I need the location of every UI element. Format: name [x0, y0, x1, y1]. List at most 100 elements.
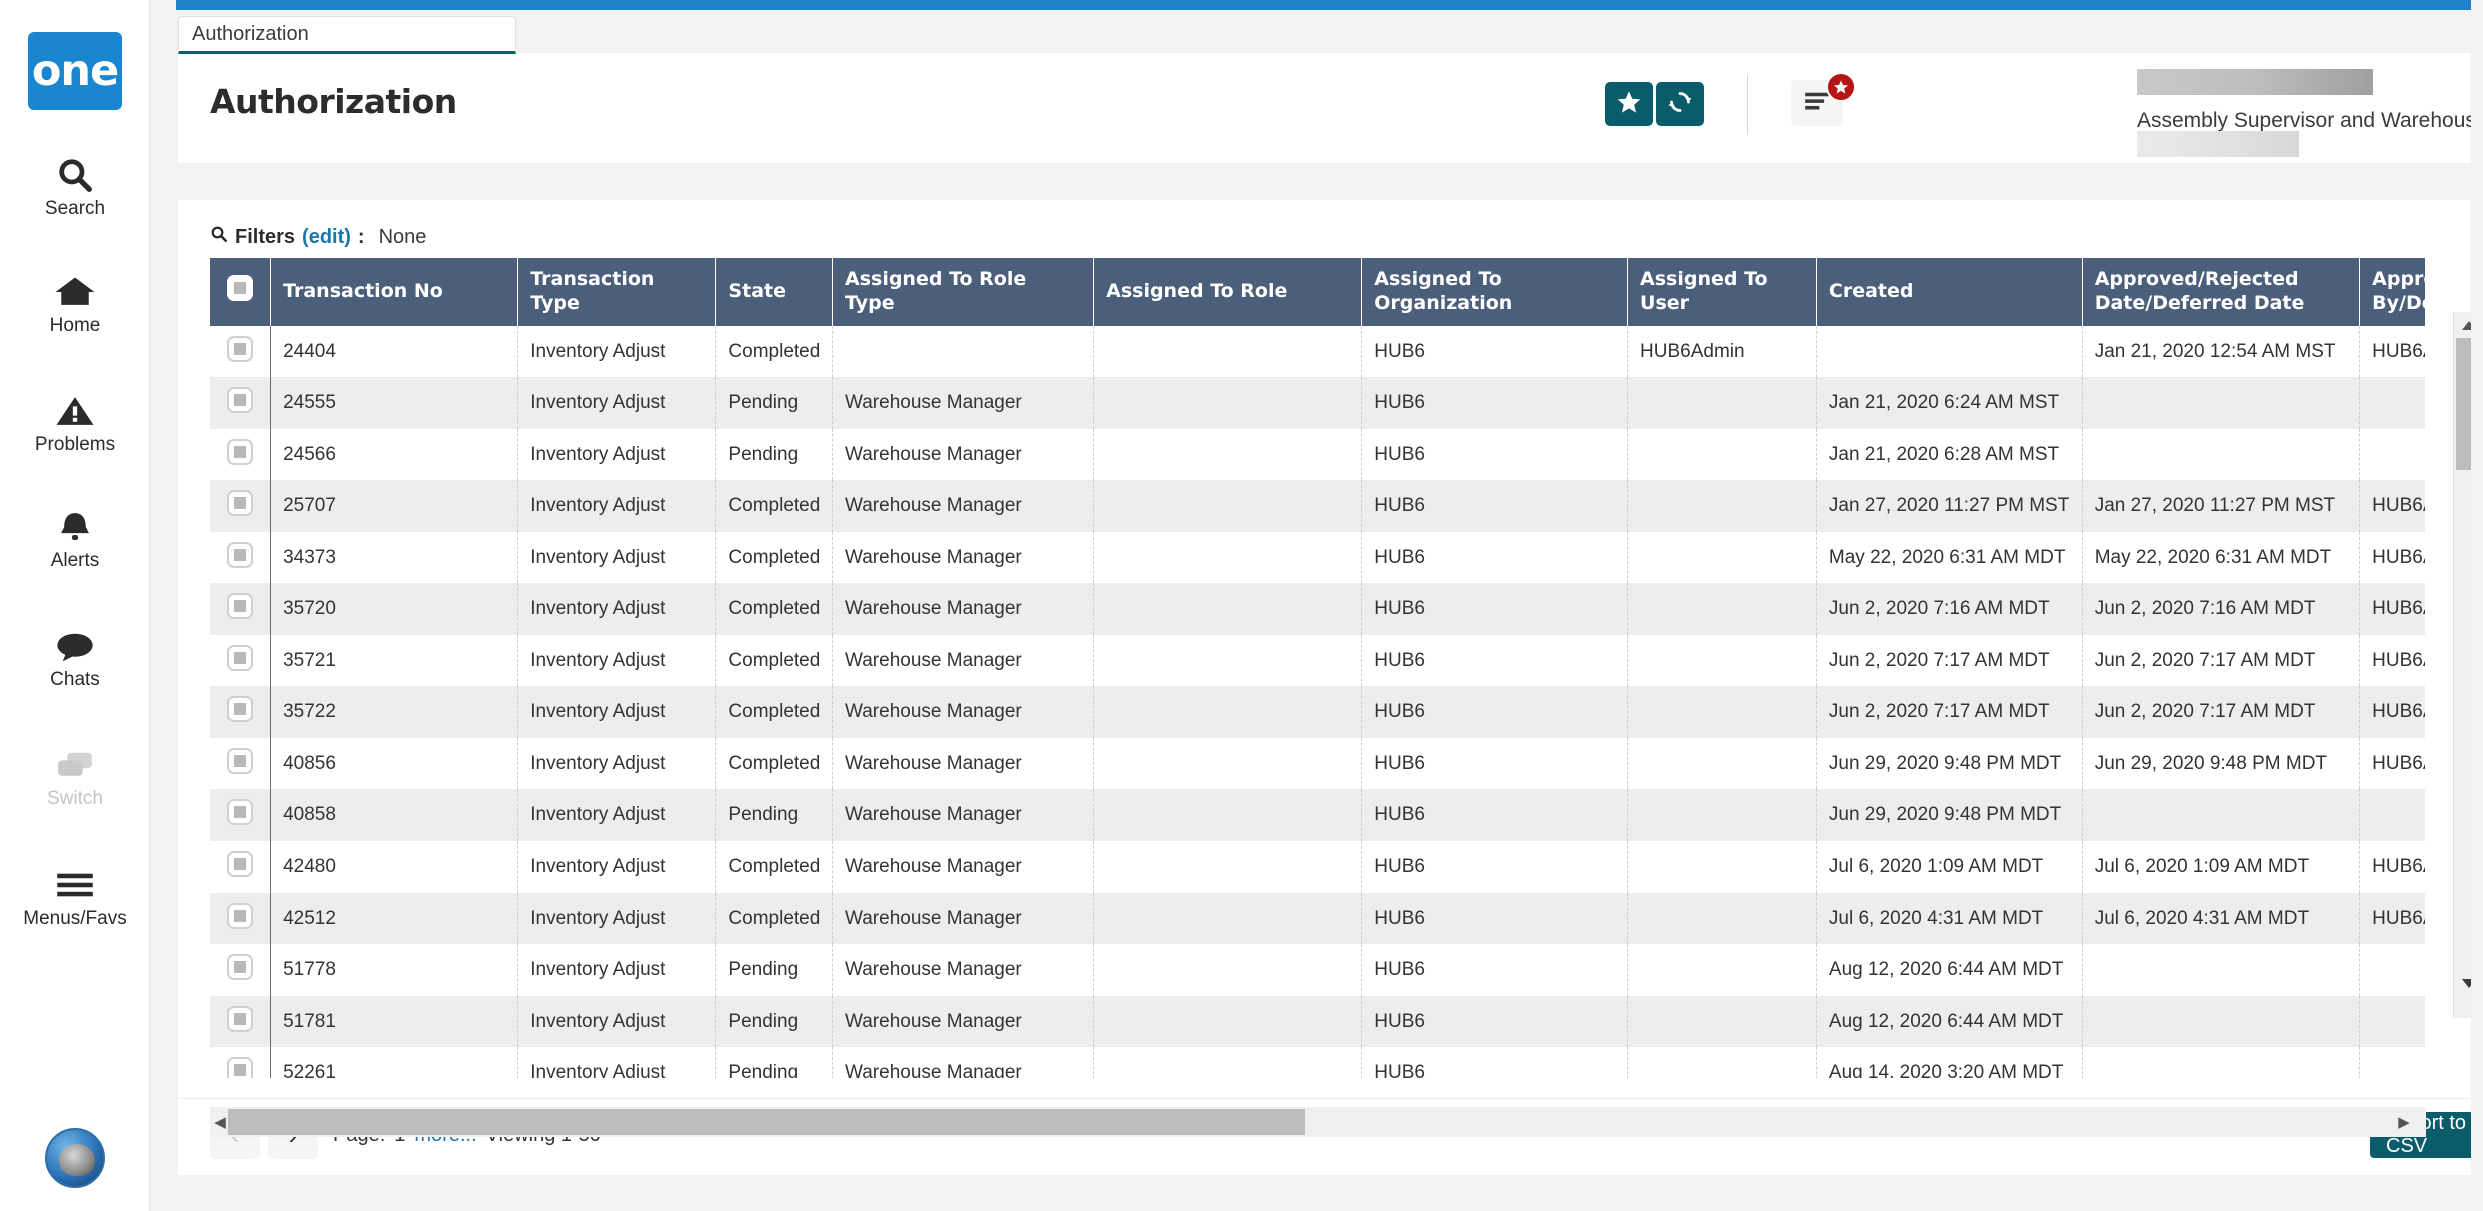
cell-transaction-no[interactable]: 42480 — [270, 840, 519, 893]
cell-assigned-to-organization[interactable]: HUB6 — [1361, 428, 1629, 481]
row-select-cell[interactable] — [210, 995, 272, 1048]
cell-transaction-no[interactable]: 34373 — [270, 531, 519, 584]
cell-transaction-no[interactable]: 42512 — [270, 892, 519, 945]
row-checkbox[interactable] — [227, 438, 254, 465]
row-select-cell[interactable] — [210, 944, 272, 996]
row-checkbox[interactable] — [227, 593, 254, 620]
row-select-cell[interactable] — [210, 325, 272, 378]
cell-transaction-no[interactable]: 35720 — [270, 583, 519, 635]
sidebar-item-menus-favs[interactable]: Menus/Favs — [0, 864, 150, 930]
cell-transaction-no[interactable]: 40856 — [270, 737, 519, 790]
cell-assigned-to-organization[interactable]: HUB6 — [1361, 944, 1629, 996]
cell-assigned-to-organization[interactable]: HUB6 — [1361, 789, 1629, 841]
row-checkbox[interactable] — [227, 799, 254, 826]
cell-assigned-to-organization[interactable]: HUB6 — [1361, 892, 1629, 945]
table-row[interactable]: 51778 Inventory Adjust Pending Warehouse Ma… — [210, 944, 2425, 996]
table-row[interactable]: 35722 Inventory Adjust Completed Warehouse … — [210, 686, 2425, 738]
cell-transaction-no[interactable]: 24404 — [270, 325, 519, 378]
cell-assigned-to-organization[interactable]: HUB6 — [1361, 1047, 1629, 1078]
sidebar-item-chats[interactable]: Chats — [0, 625, 150, 691]
row-checkbox[interactable] — [227, 644, 254, 671]
cell-approved-by[interactable]: HUB6Ad — [2359, 583, 2425, 635]
row-select-cell[interactable] — [210, 377, 272, 429]
column-header-assigned-to-organization[interactable]: Assigned To Organization — [1361, 258, 1629, 326]
table-row[interactable]: 35721 Inventory Adjust Completed Warehouse … — [210, 634, 2425, 687]
filters-edit-link[interactable]: (edit) — [302, 226, 351, 249]
role-selector[interactable]: Assembly Supervisor and Warehouse Manage… — [2137, 69, 2483, 157]
column-header-transaction-no[interactable]: Transaction No — [270, 258, 519, 326]
table-row[interactable]: 42512 Inventory Adjust Completed Warehouse … — [210, 892, 2425, 945]
row-checkbox[interactable] — [227, 1005, 254, 1032]
table-row[interactable]: 24566 Inventory Adjust Pending Warehouse Ma… — [210, 428, 2425, 481]
column-header-created[interactable]: Created — [1816, 258, 2083, 326]
cell-approved-by[interactable]: HUB6Ad — [2359, 480, 2425, 532]
cell-assigned-to-organization[interactable]: HUB6 — [1361, 531, 1629, 584]
cell-assigned-to-organization[interactable]: HUB6 — [1361, 480, 1629, 532]
favorite-button[interactable] — [1605, 82, 1653, 126]
cell-assigned-to-organization[interactable]: HUB6 — [1361, 686, 1629, 738]
row-select-cell[interactable] — [210, 789, 272, 841]
table-row[interactable]: 40856 Inventory Adjust Completed Warehouse … — [210, 737, 2425, 790]
cell-approved-by[interactable]: HUB6Ad — [2359, 686, 2425, 738]
row-checkbox[interactable] — [227, 490, 254, 517]
cell-assigned-to-organization[interactable]: HUB6 — [1361, 325, 1629, 378]
table-row[interactable]: 34373 Inventory Adjust Completed Warehouse … — [210, 531, 2425, 584]
table-horizontal-scrollbar[interactable]: ◀ ▶ — [210, 1107, 2426, 1137]
column-header-assigned-to-role-type[interactable]: Assigned To Role Type — [832, 258, 1095, 326]
table-row[interactable]: 42480 Inventory Adjust Completed Warehouse … — [210, 840, 2425, 893]
row-checkbox[interactable] — [227, 541, 254, 568]
table-row[interactable]: 24404 Inventory Adjust Completed HUB6 HUB6Ad… — [210, 325, 2425, 378]
cell-approved-by[interactable]: HUB6Ad — [2359, 531, 2425, 584]
cell-assigned-to-organization[interactable]: HUB6 — [1361, 840, 1629, 893]
column-header-approved-rejected-date[interactable]: Approved/Rejected Date/Deferred Date — [2082, 258, 2361, 326]
sidebar-item-problems[interactable]: Problems — [0, 390, 150, 456]
scroll-left-arrow-icon[interactable]: ◀ — [210, 1107, 230, 1137]
brand-logo[interactable]: one — [28, 32, 122, 110]
row-checkbox[interactable] — [227, 954, 254, 981]
cell-transaction-no[interactable]: 52261 — [270, 1047, 519, 1078]
cell-assigned-to-organization[interactable]: HUB6 — [1361, 634, 1629, 687]
column-header-approved-rejected-by[interactable]: Approved/Rejected By/Deferred — [2359, 258, 2425, 326]
cell-transaction-no[interactable]: 24566 — [270, 428, 519, 481]
select-all-checkbox[interactable] — [227, 275, 254, 302]
table-row[interactable]: 24555 Inventory Adjust Pending Warehouse Ma… — [210, 377, 2425, 429]
cell-approved-by[interactable]: HUB6Ad — [2359, 892, 2425, 945]
cell-approved-by[interactable]: HUB6Ad — [2359, 634, 2425, 687]
avatar[interactable] — [45, 1128, 105, 1188]
sidebar-item-switch[interactable]: Switch — [0, 744, 150, 810]
horizontal-scroll-thumb[interactable] — [228, 1109, 1305, 1135]
row-select-cell[interactable] — [210, 583, 272, 635]
cell-approved-by[interactable]: HUB6Ad — [2359, 325, 2425, 378]
refresh-button[interactable] — [1656, 82, 1704, 126]
column-header-assigned-to-role[interactable]: Assigned To Role — [1093, 258, 1363, 326]
cell-assigned-to-organization[interactable]: HUB6 — [1361, 377, 1629, 429]
row-select-cell[interactable] — [210, 840, 272, 893]
cell-assigned-to-organization[interactable]: HUB6 — [1361, 995, 1629, 1048]
select-all-header[interactable] — [210, 258, 272, 326]
row-select-cell[interactable] — [210, 531, 272, 584]
row-select-cell[interactable] — [210, 686, 272, 738]
tab-authorization[interactable]: Authorization — [178, 16, 516, 54]
cell-transaction-no[interactable]: 51778 — [270, 944, 519, 996]
cell-transaction-no[interactable]: 40858 — [270, 789, 519, 841]
row-checkbox[interactable] — [227, 1057, 254, 1078]
column-header-assigned-to-user[interactable]: Assigned To User — [1627, 258, 1817, 326]
table-row[interactable]: 52261 Inventory Adjust Pending Warehouse Ma… — [210, 1047, 2425, 1078]
cell-transaction-no[interactable]: 35722 — [270, 686, 519, 738]
cell-transaction-no[interactable]: 24555 — [270, 377, 519, 429]
scroll-right-arrow-icon[interactable]: ▶ — [2394, 1107, 2414, 1137]
cell-assigned-to-user[interactable]: HUB6Admin — [1627, 325, 1817, 378]
cell-transaction-no[interactable]: 35721 — [270, 634, 519, 687]
table-row[interactable]: 51781 Inventory Adjust Pending Warehouse Ma… — [210, 995, 2425, 1048]
table-row[interactable]: 35720 Inventory Adjust Completed Warehouse … — [210, 583, 2425, 635]
row-checkbox[interactable] — [227, 902, 254, 929]
sidebar-item-alerts[interactable]: Alerts — [0, 506, 150, 572]
cell-transaction-no[interactable]: 25707 — [270, 480, 519, 532]
row-checkbox[interactable] — [227, 387, 254, 414]
row-select-cell[interactable] — [210, 1047, 272, 1078]
row-checkbox[interactable] — [227, 850, 254, 877]
column-header-state[interactable]: State — [715, 258, 833, 326]
table-row[interactable]: 25707 Inventory Adjust Completed Warehouse … — [210, 480, 2425, 532]
cell-assigned-to-organization[interactable]: HUB6 — [1361, 737, 1629, 790]
cell-assigned-to-organization[interactable]: HUB6 — [1361, 583, 1629, 635]
